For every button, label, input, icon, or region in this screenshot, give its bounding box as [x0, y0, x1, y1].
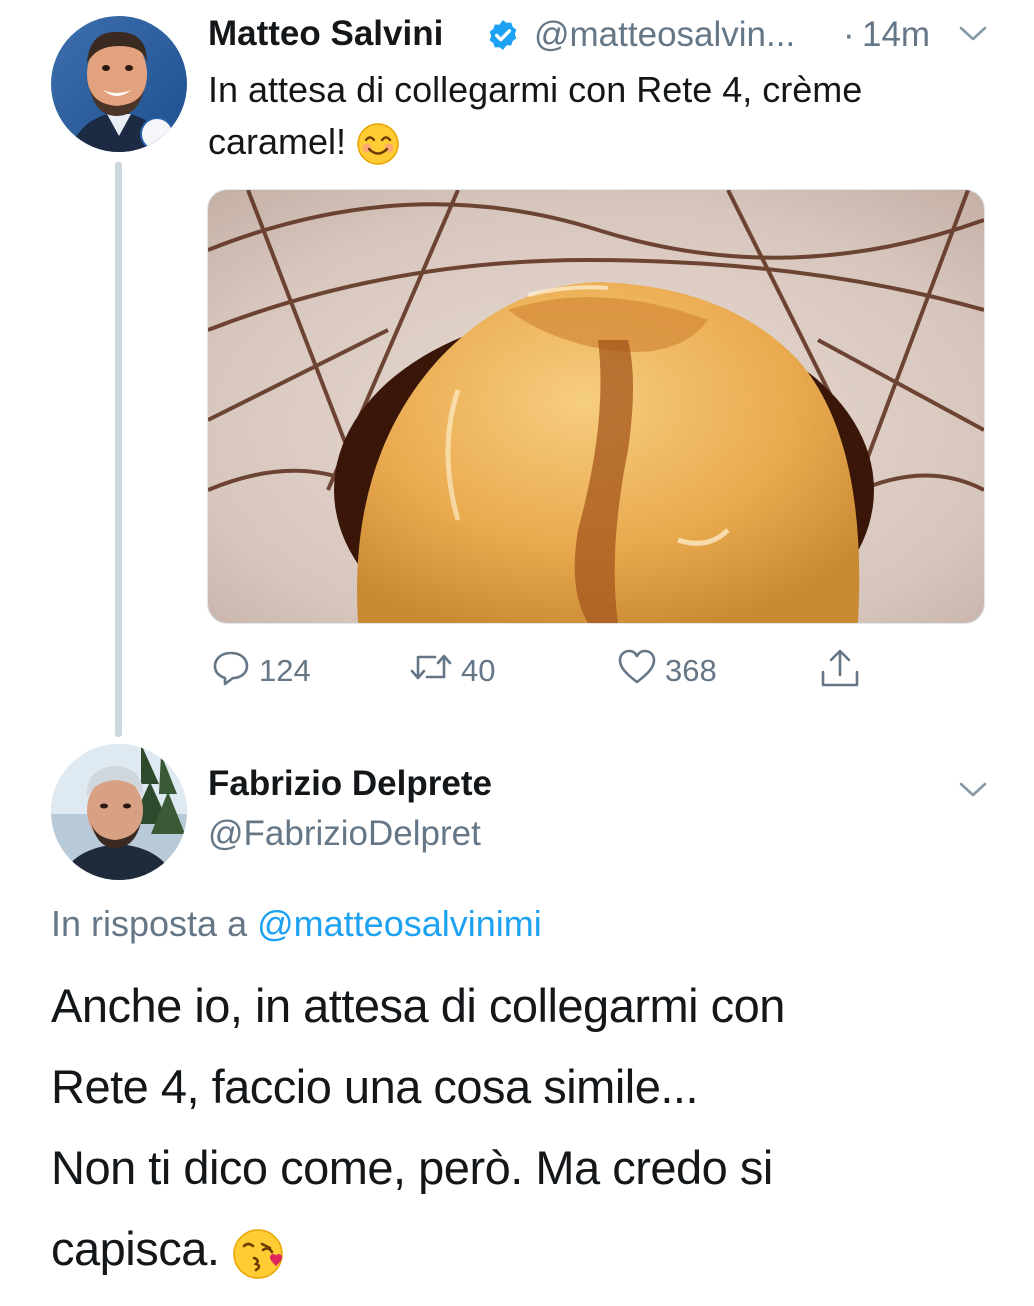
retweet-count: 40	[461, 653, 496, 688]
reply-count: 124	[259, 653, 311, 688]
like-count: 368	[665, 653, 717, 688]
reply-action[interactable]: 124	[211, 647, 311, 695]
reply-text-line: capisca.	[51, 1222, 220, 1275]
reply-text-line: Rete 4, faccio una cosa simile...	[51, 1060, 699, 1113]
tweet-image[interactable]	[207, 189, 985, 624]
tweet-timestamp[interactable]: 14m	[862, 15, 930, 55]
reply-author-handle[interactable]: @FabrizioDelpret	[208, 814, 481, 854]
reply-text-last-line: capisca.	[51, 1208, 1011, 1289]
reply-text: Anche io, in attesa di collegarmi con Re…	[51, 965, 1011, 1289]
avatar[interactable]	[51, 744, 187, 880]
heart-icon	[617, 647, 657, 695]
tweet-author-name[interactable]: Matteo Salvini	[208, 14, 443, 54]
verified-badge-icon	[486, 18, 520, 52]
retweet-action[interactable]: 40	[409, 647, 495, 695]
tweet-text-content: In attesa di collegarmi con Rete 4, crèm…	[208, 69, 863, 162]
chevron-down-icon[interactable]	[958, 24, 988, 44]
avatar[interactable]	[51, 16, 187, 152]
in-reply-to: In risposta a @matteosalvinimi	[51, 903, 542, 945]
face-blowing-kiss-icon	[232, 1225, 288, 1281]
retweet-icon	[409, 647, 453, 695]
reply-text-line: Non ti dico come, però. Ma credo si	[51, 1141, 773, 1194]
tweet-separator-dot: ·	[843, 15, 855, 54]
tweet-author-handle[interactable]: @matteosalvin...	[534, 15, 795, 55]
tweet-text: In attesa di collegarmi con Rete 4, crèm…	[208, 64, 968, 168]
like-action[interactable]: 368	[617, 647, 717, 695]
creme-caramel-photo	[208, 190, 984, 623]
smiling-face-icon	[356, 122, 400, 166]
reply-author-name[interactable]: Fabrizio Delprete	[208, 764, 492, 804]
thread-connector-line	[115, 162, 122, 737]
in-reply-handle-link[interactable]: @matteosalvinimi	[257, 903, 542, 944]
in-reply-prefix: In risposta a	[51, 903, 248, 944]
reply-text-line: Anche io, in attesa di collegarmi con	[51, 979, 785, 1032]
chevron-down-icon[interactable]	[958, 780, 988, 800]
share-icon[interactable]	[818, 647, 862, 691]
reply-icon	[211, 647, 251, 695]
